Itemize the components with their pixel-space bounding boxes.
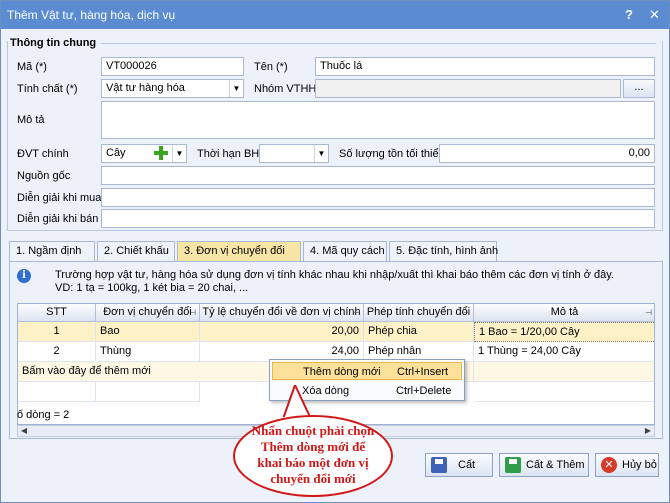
col-header-label: Mô tả	[550, 306, 579, 318]
title-bar: Thêm Vật tư, hàng hóa, dịch vụ ? ✕	[1, 1, 669, 29]
chevron-down-icon[interactable]: ▼	[314, 145, 328, 162]
diengiai-ban-label: Diễn giải khi bán	[17, 213, 99, 225]
tab-ngam-dinh[interactable]: 1. Ngầm định	[9, 241, 95, 261]
general-header: Thông tin chung	[10, 37, 97, 49]
dvt-value: Cây	[106, 147, 126, 159]
col-header-label: Phép tính chuyển đổi	[366, 306, 471, 318]
save-new-label: Cất & Thêm	[526, 459, 585, 471]
empty-cell	[18, 382, 96, 402]
ma-label: Mã (*)	[17, 61, 47, 73]
ten-label: Tên (*)	[254, 61, 288, 73]
tinhchat-label: Tính chất (*)	[17, 83, 78, 95]
dialog-window: Thêm Vật tư, hàng hóa, dịch vụ ? ✕ Thông…	[0, 0, 670, 503]
col-header-desc[interactable]: Mô tả ⊣	[474, 304, 654, 322]
cell-op[interactable]: Phép chia	[364, 322, 474, 342]
save-label: Cất	[458, 459, 476, 471]
diengiai-mua-label: Diễn giải khi mua	[17, 192, 102, 204]
empty-cell	[96, 382, 200, 402]
diengiai-ban-input[interactable]	[101, 209, 655, 228]
save-new-icon	[505, 457, 521, 473]
nhom-input[interactable]	[315, 79, 621, 98]
close-button[interactable]: ✕	[649, 7, 660, 23]
thoihan-label: Thời hạn BH	[197, 148, 260, 160]
dvt-select[interactable]: Cây ▼	[101, 144, 187, 163]
info-text: Trường hợp vật tư, hàng hóa sử dụng đơn …	[55, 269, 614, 295]
mota-label: Mô tả	[17, 114, 45, 126]
cell-unit[interactable]: Bao	[96, 322, 200, 342]
row-count: ố dòng = 2	[17, 409, 70, 421]
scroll-right-icon[interactable]: ▶	[642, 426, 654, 436]
col-header-ratio[interactable]: Tỷ lệ chuyển đổi về đơn vị chính ⊣	[200, 304, 364, 322]
col-header-label: STT	[46, 306, 67, 318]
menu-item-label: Thêm dòng mới	[303, 366, 381, 378]
info-icon: i	[17, 269, 31, 283]
col-header-label: Tỷ lệ chuyển đổi về đơn vị chính	[202, 306, 361, 318]
col-header-stt[interactable]: STT	[18, 304, 96, 322]
tab-chiet-khau[interactable]: 2. Chiết khấu	[97, 241, 175, 261]
add-unit-icon[interactable]	[154, 146, 168, 160]
info-line-2: VD: 1 tạ = 100kg, 1 két bia = 20 chai, .…	[55, 282, 249, 294]
ma-input[interactable]: VT000026	[101, 57, 244, 76]
nhom-label: Nhóm VTHH	[254, 83, 317, 95]
col-header-label: Đơn vị chuyển đổi	[103, 306, 192, 318]
chevron-down-icon[interactable]: ▼	[172, 145, 186, 162]
cell-desc[interactable]: 1 Bao = 1/20,00 Cây	[474, 322, 654, 342]
tab-dac-tinh[interactable]: 5. Đặc tính, hình ảnh	[389, 241, 498, 261]
tinhchat-value: Vật tư hàng hóa	[106, 82, 185, 94]
save-icon	[431, 457, 447, 473]
tab-don-vi-chuyen-doi[interactable]: 3. Đơn vị chuyển đổi	[177, 241, 301, 262]
cell-stt[interactable]: 1	[18, 322, 96, 342]
save-button[interactable]: Cất	[425, 453, 493, 477]
diengiai-mua-input[interactable]	[101, 188, 655, 207]
thoihan-select[interactable]: ▼	[259, 144, 329, 163]
soluong-label: Số lượng tồn tối thiểu	[339, 148, 445, 160]
pin-icon[interactable]: ⊣	[353, 304, 360, 321]
cell-desc[interactable]: 1 Thùng = 24,00 Cây	[474, 342, 654, 362]
col-header-unit[interactable]: Đơn vị chuyển đổi ⊣	[96, 304, 200, 322]
pin-icon[interactable]: ⊣	[189, 304, 196, 321]
info-line-1: Trường hợp vật tư, hàng hóa sử dụng đơn …	[55, 269, 614, 281]
pin-icon[interactable]: ⊣	[463, 304, 470, 321]
scroll-left-icon[interactable]: ◀	[18, 426, 30, 436]
chevron-down-icon[interactable]: ▼	[229, 80, 243, 97]
group-divider	[101, 43, 656, 44]
nguongoc-input[interactable]	[101, 166, 655, 185]
menu-item-shortcut: Ctrl+Delete	[396, 385, 452, 397]
col-header-op[interactable]: Phép tính chuyển đổi ⊣	[364, 304, 474, 322]
add-new-row-filler[interactable]	[474, 362, 654, 382]
save-new-button[interactable]: Cất & Thêm	[499, 453, 589, 477]
cell-stt[interactable]: 2	[18, 342, 96, 362]
tab-ma-quy-cach[interactable]: 4. Mã quy cách	[303, 241, 387, 261]
callout-line-2: Thêm dòng mới để	[260, 439, 366, 454]
menu-item-shortcut: Ctrl+Insert	[397, 366, 449, 378]
mota-textarea[interactable]	[101, 101, 655, 139]
cancel-label: Hủy bỏ	[622, 459, 657, 471]
cell-ratio[interactable]: 20,00	[200, 322, 364, 342]
cancel-icon: ✕	[601, 457, 617, 473]
callout-line-4: chuyển đổi mới	[270, 471, 356, 486]
cancel-button[interactable]: ✕ Hủy bỏ	[595, 453, 659, 477]
window-title: Thêm Vật tư, hàng hóa, dịch vụ	[7, 8, 176, 22]
empty-cell	[474, 382, 654, 402]
callout-line-3: khai báo một đơn vị	[257, 455, 369, 470]
help-button[interactable]: ?	[625, 7, 633, 22]
callout-annotation: Nhấn chuột phải chọn Thêm dòng mới để kh…	[233, 415, 393, 497]
soluong-input[interactable]: 0,00	[439, 144, 655, 163]
ten-input[interactable]: Thuốc lá	[315, 57, 655, 76]
cell-unit[interactable]: Thùng	[96, 342, 200, 362]
menu-item-add-row[interactable]: Thêm dòng mới Ctrl+Insert	[272, 362, 462, 380]
nguongoc-label: Nguồn gốc	[17, 170, 71, 182]
nhom-browse-button[interactable]: ...	[623, 79, 655, 98]
dvt-label: ĐVT chính	[17, 148, 69, 160]
pin-icon[interactable]: ⊣	[645, 304, 652, 321]
callout-line-1: Nhấn chuột phải chọn	[251, 423, 375, 438]
tinhchat-select[interactable]: Vật tư hàng hóa ▼	[101, 79, 244, 98]
